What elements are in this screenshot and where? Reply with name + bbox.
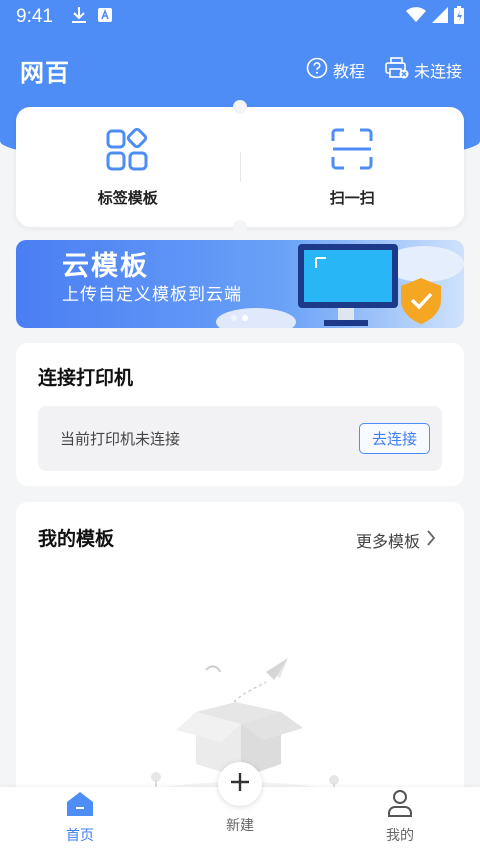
tutorial-label: 教程 [332,62,365,81]
banner-pagination [231,315,248,321]
scan-label: 扫一扫 [329,188,375,207]
connect-button[interactable]: 去连接 [358,423,430,454]
nav-mine-label: 我的 [386,828,414,844]
printer-connection-button[interactable]: 未连接 [385,57,462,83]
label-template-button[interactable]: 标签模板 [16,107,240,227]
pagination-dot-active [242,315,248,321]
card-notch [233,220,247,234]
label-template-label: 标签模板 [97,188,158,207]
plus-icon [229,771,251,797]
printer-status-label: 未连接 [413,62,462,81]
printer-card-title: 连接打印机 [38,367,134,389]
banner-title: 云模板 [62,251,149,282]
nav-new-label: 新建 [226,818,254,834]
wifi-icon [406,6,426,28]
scan-button[interactable]: 扫一扫 [241,107,465,227]
grid-apps-icon [106,127,150,175]
new-button[interactable] [218,762,262,806]
printer-status-text: 当前打印机未连接 [60,430,181,448]
download-icon [71,6,87,29]
status-time: 9:41 [16,6,53,27]
app-title: 网百 [20,58,70,87]
cloud-template-banner[interactable]: 云模板 上传自定义模板到云端 [16,240,464,328]
nav-home-label: 首页 [66,828,94,844]
title-bar: 网百 教程 未连接 [0,48,480,92]
signal-icon [432,6,448,28]
nav-mine[interactable]: 我的 [350,787,450,853]
printer-icon [385,57,409,83]
more-templates-link[interactable]: 更多模板 [356,528,436,552]
tutorial-button[interactable]: 教程 [306,57,365,83]
my-templates-title: 我的模板 [38,528,115,550]
printer-card: 连接打印机 当前打印机未连接 去连接 [16,343,464,486]
quick-actions-card: 标签模板 扫一扫 [16,100,465,234]
user-icon [387,789,413,821]
home-icon [66,791,94,821]
printer-status-box: 当前打印机未连接 去连接 [38,406,442,471]
banner-subtitle: 上传自定义模板到云端 [62,285,242,305]
nav-home[interactable]: 首页 [30,787,130,853]
help-circle-icon [306,57,328,83]
status-bar: 9:41 [0,0,480,34]
chevron-right-icon [426,530,436,550]
more-templates-label: 更多模板 [355,532,420,551]
my-templates-card: 我的模板 更多模板 [16,502,464,802]
app-notification-icon [97,6,113,28]
battery-icon [454,5,464,29]
scan-frame-icon [330,127,374,175]
card-notch [233,100,247,114]
pagination-dot [231,315,237,321]
